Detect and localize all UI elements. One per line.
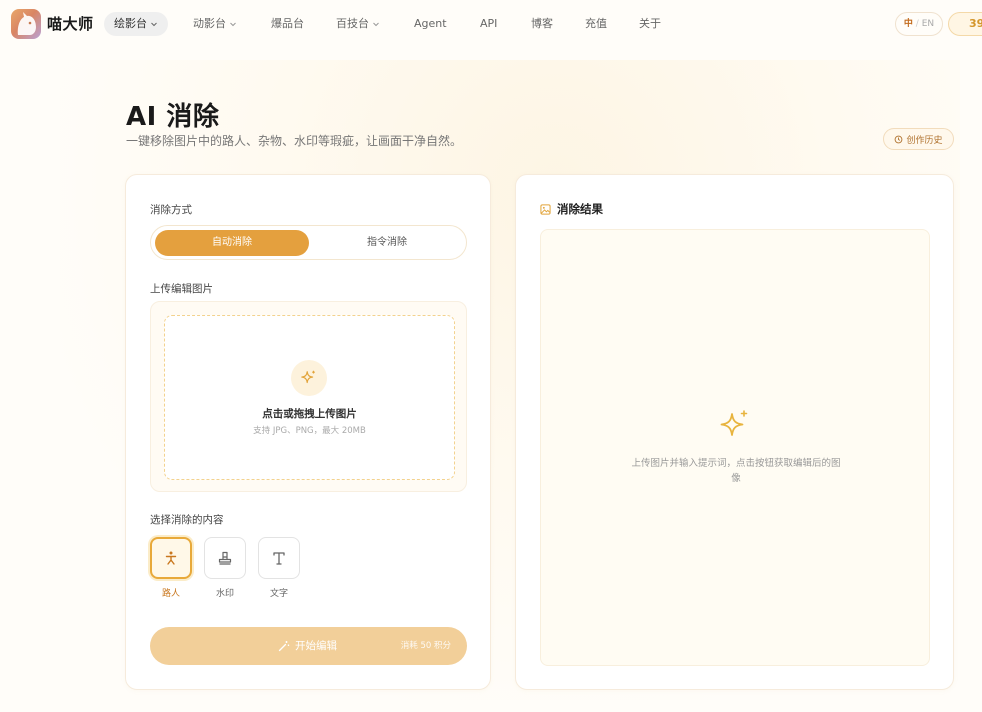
option-watermark-label: 水印 bbox=[215, 589, 234, 599]
nav-item-label: 动影台 bbox=[193, 17, 226, 30]
nav-item-label: 博客 bbox=[531, 17, 553, 30]
content-label: 选择消除的内容 bbox=[150, 514, 224, 526]
upload-hint: 支持 JPG、PNG，最大 20MB bbox=[253, 426, 366, 436]
nav-item-label: 关于 bbox=[639, 17, 661, 30]
start-edit-cost: 消耗 50 积分 bbox=[400, 641, 451, 651]
brand-logo[interactable] bbox=[11, 9, 41, 39]
nav-item-dongyingtai[interactable]: 动影台 bbox=[193, 12, 237, 36]
option-passerby-button[interactable] bbox=[150, 537, 192, 579]
start-edit-label-group: 开始编辑 bbox=[278, 627, 337, 665]
nav-item-label: 爆品台 bbox=[271, 17, 304, 30]
upload-icon-badge bbox=[291, 360, 327, 396]
result-panel: 消除结果 上传图片并输入提示词，点击按钮获取编辑后的图像 bbox=[515, 174, 954, 690]
nav-item-label: 充值 bbox=[585, 17, 607, 30]
nav-item-agent[interactable]: Agent bbox=[414, 12, 447, 36]
mode-instruction-button[interactable]: 指令消除 bbox=[311, 230, 463, 256]
nav-item-about[interactable]: 关于 bbox=[639, 12, 661, 36]
settings-panel: 消除方式 自动消除 指令消除 上传编辑图片 点击或拖拽上传图片 支持 JPG、P… bbox=[125, 174, 491, 690]
lang-en[interactable]: EN bbox=[922, 19, 934, 29]
upload-dropzone[interactable]: 点击或拖拽上传图片 支持 JPG、PNG，最大 20MB bbox=[164, 315, 455, 480]
cat-logo-icon bbox=[17, 12, 36, 35]
result-title-group: 消除结果 bbox=[540, 201, 603, 217]
page-subtitle: 一键移除图片中的路人、杂物、水印等瑕疵，让画面干净自然。 bbox=[126, 134, 463, 148]
lang-separator: / bbox=[915, 19, 919, 29]
result-title: 消除结果 bbox=[557, 202, 603, 216]
nav-item-blog[interactable]: 博客 bbox=[531, 12, 553, 36]
start-edit-label: 开始编辑 bbox=[295, 640, 337, 652]
upload-area: 点击或拖拽上传图片 支持 JPG、PNG，最大 20MB bbox=[150, 301, 467, 492]
magic-wand-icon bbox=[278, 641, 290, 652]
nav-item-label: API bbox=[480, 17, 498, 30]
page-title: AI 消除 bbox=[126, 102, 220, 132]
nav-item-label: Agent bbox=[414, 17, 447, 30]
nav-item-baijitai[interactable]: 百技台 bbox=[336, 12, 380, 36]
lang-zh[interactable]: 中 bbox=[904, 19, 913, 29]
sparkle-icon bbox=[301, 370, 315, 384]
brand-name[interactable]: 喵大师 bbox=[47, 13, 94, 34]
nav-item-baopintai[interactable]: 爆品台 bbox=[271, 12, 304, 36]
nav-item-label: 绘影台 bbox=[114, 17, 147, 30]
result-hint: 上传图片并输入提示词，点击按钮获取编辑后的图像 bbox=[631, 458, 841, 484]
points-value: 39 bbox=[969, 17, 982, 30]
person-icon bbox=[165, 551, 177, 565]
history-label: 创作历史 bbox=[906, 135, 943, 146]
option-watermark-button[interactable] bbox=[204, 537, 246, 579]
option-text-label: 文字 bbox=[269, 589, 288, 599]
result-preview-area: 上传图片并输入提示词，点击按钮获取编辑后的图像 bbox=[540, 229, 930, 666]
chevron-down-icon bbox=[151, 22, 157, 27]
upload-title: 点击或拖拽上传图片 bbox=[262, 408, 357, 420]
nav-item-recharge[interactable]: 充值 bbox=[585, 12, 607, 36]
top-navbar: 喵大师 绘影台 动影台 爆品台 百技台 Agent API 博客 充值 关于 中… bbox=[0, 0, 982, 48]
history-button[interactable]: 创作历史 bbox=[883, 128, 954, 150]
history-icon bbox=[895, 135, 903, 143]
upload-label: 上传编辑图片 bbox=[150, 283, 213, 295]
nav-item-label: 百技台 bbox=[336, 17, 369, 30]
mode-label: 消除方式 bbox=[150, 204, 192, 216]
nav-item-huiyingtai[interactable]: 绘影台 bbox=[104, 12, 168, 36]
language-switcher[interactable]: 中 / EN bbox=[895, 12, 943, 36]
option-passerby-label: 路人 bbox=[161, 589, 180, 599]
chevron-down-icon bbox=[373, 22, 379, 27]
nav-item-api[interactable]: API bbox=[480, 12, 497, 36]
start-edit-button[interactable]: 开始编辑 消耗 50 积分 bbox=[150, 627, 467, 665]
mode-segmented-control: 自动消除 指令消除 bbox=[150, 225, 467, 260]
option-text-button[interactable] bbox=[258, 537, 300, 579]
image-icon bbox=[540, 203, 551, 215]
text-icon bbox=[273, 552, 285, 565]
points-badge[interactable]: 39 bbox=[948, 12, 982, 36]
mode-auto-button[interactable]: 自动消除 bbox=[155, 230, 309, 256]
chevron-down-icon bbox=[230, 22, 236, 27]
sparkle-icon bbox=[720, 410, 748, 436]
stamp-icon bbox=[218, 551, 232, 565]
